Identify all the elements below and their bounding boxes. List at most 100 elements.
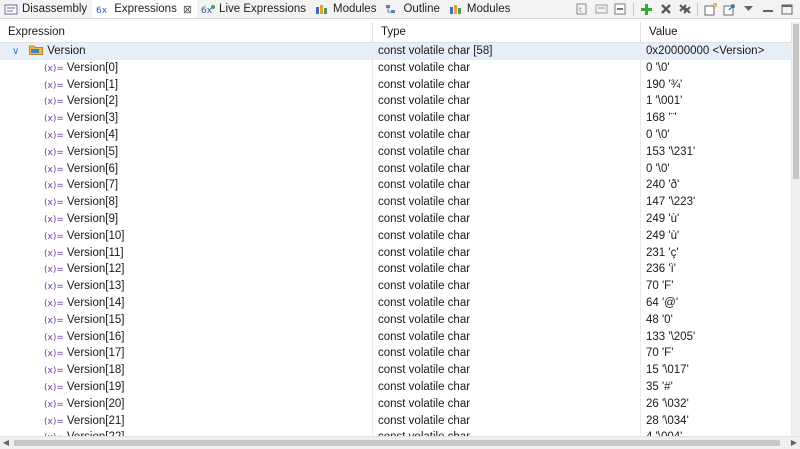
tab-expressions[interactable]: 6x Expressions ⊠ — [92, 0, 198, 18]
table-row[interactable]: (x)= Version[5] const volatile char 153 '\2… — [0, 143, 792, 161]
type-cell: const volatile char — [373, 93, 641, 111]
table-row[interactable]: (x)= Version[15] const volatile char 48 '0' — [0, 311, 792, 329]
table-row[interactable]: (x)= Version[0] const volatile char 0 '\0' — [0, 59, 792, 77]
expression-cell: (x)= Version[20] — [0, 395, 373, 413]
vertical-scrollbar-thumb[interactable] — [793, 24, 799, 179]
column-header-expression[interactable]: Expression — [0, 22, 373, 42]
column-header-value[interactable]: Value — [641, 22, 792, 42]
expression-cell: (x)= Version[19] — [0, 378, 373, 396]
expression-label: Version[4] — [66, 128, 119, 141]
view-menu-icon[interactable] — [739, 1, 758, 17]
expression-label: Version[20] — [66, 397, 125, 410]
outline-icon — [386, 4, 396, 13]
view-toolbar: t — [573, 0, 796, 18]
type-cell: const volatile char — [373, 160, 641, 178]
table-row[interactable]: (x)= Version[12] const volatile char 236 'ì… — [0, 261, 792, 279]
show-type-names-icon[interactable]: t — [573, 1, 592, 17]
value-cell: 35 '#' — [641, 378, 792, 396]
value-cell: 70 'F' — [641, 345, 792, 363]
table-row[interactable]: (x)= Version[13] const volatile char 70 'F' — [0, 278, 792, 295]
tab-modules-2[interactable]: Modules — [445, 0, 515, 18]
export-icon[interactable] — [720, 1, 739, 17]
value-cell: 249 'ù' — [641, 210, 792, 228]
vertical-scrollbar[interactable] — [792, 22, 800, 437]
tab-outline[interactable]: Outline — [381, 0, 444, 18]
remove-all-icon[interactable] — [675, 1, 694, 17]
expression-label: Version[11] — [66, 246, 124, 259]
value-cell: 48 '0' — [641, 311, 792, 329]
table-row[interactable]: (x)= Version[6] const volatile char 0 '\0' — [0, 160, 792, 178]
new-watch-icon[interactable] — [701, 1, 720, 17]
expression-label: Version[13] — [66, 280, 125, 293]
scroll-right-icon[interactable]: ▶ — [788, 437, 800, 449]
table-row[interactable]: (x)= Version[14] const volatile char 64 '@' — [0, 294, 792, 312]
expression-cell: (x)= Version[1] — [0, 76, 373, 94]
tab-live-expressions[interactable]: 6x Live Expressions — [197, 0, 311, 18]
expression-label: Version[14] — [66, 296, 125, 309]
horizontal-scrollbar[interactable]: ◀ ▶ — [0, 436, 800, 449]
variable-icon: (x)= — [44, 399, 64, 410]
value-cell: 70 'F' — [641, 278, 792, 295]
value-cell: 1 '\001' — [641, 93, 792, 111]
show-logical-structure-icon[interactable] — [592, 1, 611, 17]
maximize-icon[interactable] — [777, 1, 796, 17]
table-row[interactable]: (x)= Version[21] const volatile char 28 '\0… — [0, 412, 792, 430]
expression-cell: (x)= Version[4] — [0, 126, 373, 144]
variable-icon: (x)= — [44, 181, 64, 192]
variable-icon: (x)= — [44, 214, 64, 225]
minimize-icon[interactable] — [758, 1, 777, 17]
table-row[interactable]: (x)= Version[3] const volatile char 168 '¨' — [0, 110, 792, 127]
column-header-type[interactable]: Type — [373, 22, 641, 42]
tab-label: Live Expressions — [219, 3, 306, 15]
value-cell: 153 '\231' — [641, 143, 792, 161]
variable-icon: (x)= — [44, 231, 64, 242]
type-cell: const volatile char — [373, 311, 641, 329]
expression-label: Version[3] — [66, 112, 119, 125]
close-icon[interactable]: ⊠ — [183, 3, 192, 16]
type-cell: const volatile char — [373, 59, 641, 77]
add-expression-icon[interactable] — [637, 1, 656, 17]
expression-label: Version[17] — [66, 347, 125, 360]
table-row[interactable]: (x)= Version[11] const volatile char 231 'ç… — [0, 244, 792, 262]
tab-disassembly[interactable]: Disassembly — [0, 0, 92, 18]
expression-cell: (x)= Version[17] — [0, 345, 373, 363]
collapse-all-icon[interactable] — [611, 1, 630, 17]
table-row[interactable]: (x)= Version[9] const volatile char 249 'ù' — [0, 210, 792, 228]
table-row[interactable]: (x)= Version[16] const volatile char 133 '\… — [0, 328, 792, 346]
remove-icon[interactable] — [656, 1, 675, 17]
variable-icon: (x)= — [44, 282, 64, 293]
expressions-table: Expression Type Value ∨ Version const vo… — [0, 22, 792, 437]
value-cell: 168 '¨' — [641, 110, 792, 127]
table-row[interactable]: (x)= Version[7] const volatile char 240 'ð' — [0, 177, 792, 195]
variable-icon: (x)= — [44, 198, 64, 209]
expression-label: Version[0] — [66, 61, 119, 74]
expression-label: Version[1] — [66, 78, 119, 91]
variable-icon: (x)= — [44, 366, 64, 377]
expression-cell: (x)= Version[9] — [0, 210, 373, 228]
table-row[interactable]: (x)= Version[10] const volatile char 249 'ù… — [0, 227, 792, 245]
horizontal-scrollbar-thumb[interactable] — [14, 440, 780, 446]
table-row[interactable]: (x)= Version[18] const volatile char 15 '\0… — [0, 362, 792, 379]
tab-label: Disassembly — [22, 3, 88, 15]
type-cell: const volatile char — [373, 362, 641, 379]
chevron-down-icon[interactable]: ∨ — [12, 44, 22, 60]
table-row[interactable]: (x)= Version[1] const volatile char 190 '¾' — [0, 76, 792, 94]
table-row[interactable]: (x)= Version[8] const volatile char 147 '\2… — [0, 194, 792, 211]
table-row[interactable]: (x)= Version[17] const volatile char 70 'F' — [0, 345, 792, 363]
type-cell: const volatile char — [373, 110, 641, 127]
table-row[interactable]: (x)= Version[20] const volatile char 26 '\0… — [0, 395, 792, 413]
expression-label: Version[18] — [66, 364, 125, 377]
table-row-version[interactable]: ∨ Version const volatile char [58] 0x200… — [0, 43, 792, 60]
value-cell: 0 '\0' — [641, 126, 792, 144]
toolbar-separator — [633, 2, 634, 16]
table-row[interactable]: (x)= Version[2] const volatile char 1 '\001… — [0, 93, 792, 111]
expression-cell: (x)= Version[6] — [0, 160, 373, 178]
expression-label: Version[10] — [66, 229, 125, 242]
table-row[interactable]: (x)= Version[19] const volatile char 35 '#' — [0, 378, 792, 396]
expression-cell: (x)= Version[12] — [0, 261, 373, 279]
type-cell: const volatile char — [373, 294, 641, 312]
scroll-left-icon[interactable]: ◀ — [0, 437, 12, 449]
tab-modules[interactable]: Modules — [311, 0, 381, 18]
table-row[interactable]: (x)= Version[4] const volatile char 0 '\0' — [0, 126, 792, 144]
disassembly-icon — [4, 4, 18, 14]
